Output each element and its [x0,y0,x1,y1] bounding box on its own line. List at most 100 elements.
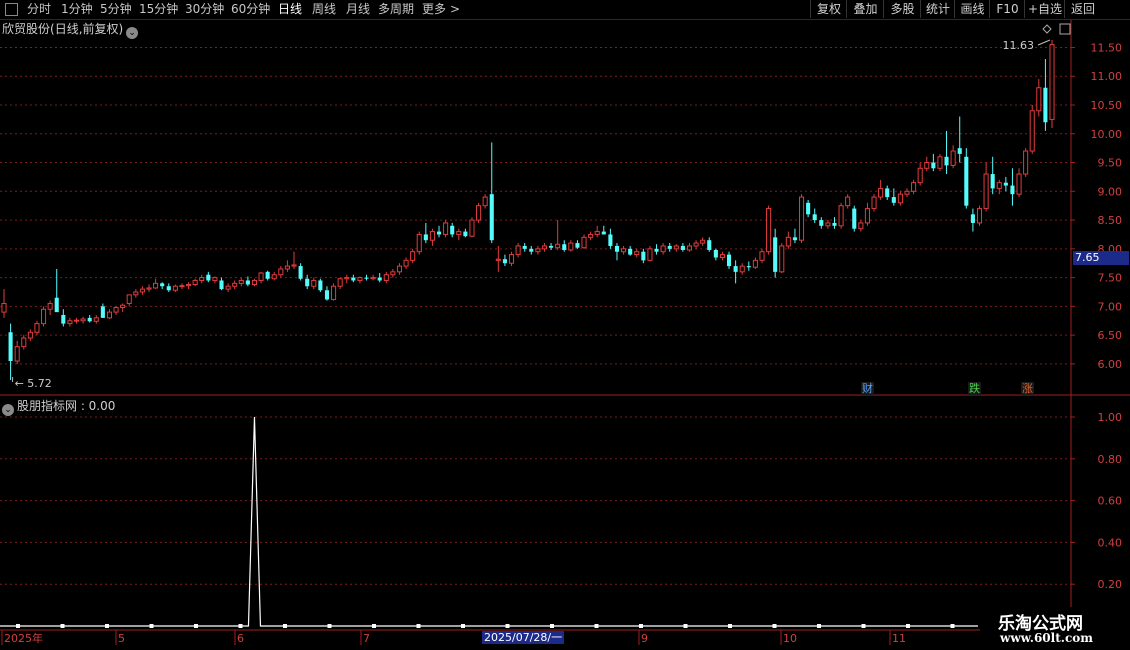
candle-body-down [885,188,890,198]
candle-body-up [258,272,264,281]
panel-toggle-icon [1059,23,1071,35]
candle-body-up [878,187,884,198]
price-axis-label: 7.50 [1098,272,1123,285]
candle-body-up [482,196,488,207]
candle-body-down [832,222,837,226]
indicator-dot [461,624,465,628]
indicator-dot [906,624,910,628]
candle-body-up [113,307,119,313]
price-axis-label: 10.50 [1091,99,1123,112]
candle-body-down [377,277,382,281]
candle-body-down [549,245,554,248]
indicator-dot [60,624,65,628]
candle-body-down [733,266,738,272]
candle-body-up [752,259,758,268]
indicator-dot [772,624,777,628]
candle-body-up [67,320,73,325]
candle-body-down [245,280,250,285]
candle-body-up [390,271,396,276]
candle-body-down [87,317,92,322]
candle-body-down [726,254,732,267]
candle-body-up [660,245,666,253]
indicator-dot [817,624,821,628]
candle-body-down [206,274,211,281]
price-axis-label: 11.00 [1091,70,1123,83]
stock-title[interactable]: 欣贸股份(日线,前复权) ⌄ [2,21,139,39]
candle-body-down [641,251,646,261]
candle-body-up [535,248,541,253]
indicator-name: 股朋指标网 : 0.00 [17,399,116,413]
indicator-dot [149,624,154,628]
candle-body-down [713,249,718,258]
candle-body-down [502,259,507,264]
candle-body-up [581,236,587,249]
candle-body-up [588,233,594,238]
indicator-dot [327,624,332,628]
dropdown-chevron-icon[interactable]: ⌄ [126,27,139,39]
candle-body-down [812,214,817,221]
candle-body-up [647,248,653,261]
candle-body-down [436,231,442,235]
candle-body-up [291,264,297,267]
candle-body-down [707,240,712,250]
candle-body-down [575,243,580,248]
candle-body-up [541,245,548,250]
candle-body-up [311,279,317,287]
date-tick-label: 9 [641,632,648,645]
candle-body-up [383,274,389,281]
stock-name: 欣贸股份 [2,22,51,36]
indicator-dot [416,624,421,628]
candle-body-up [469,219,475,237]
candle-body-down [931,162,936,169]
candle-body-up [495,258,501,261]
site-watermark: 乐淘公式网 www.60lt.com [980,607,1130,650]
candle-body-up [937,156,943,169]
event-marker-finance[interactable]: 财 [861,382,874,395]
price-axis-label: 10.00 [1091,128,1123,141]
candle-body-down [819,220,824,226]
candle-body-down [166,286,171,291]
candle-body-up [416,233,422,253]
candle-body-up [700,239,706,244]
candle-body-up [911,182,917,192]
candle-body-up [917,167,923,184]
candle-body-down [654,248,659,252]
candle-body-up [838,205,844,227]
candle-body-up [1016,173,1022,195]
indicator-dot [550,624,554,628]
candle-body-up [331,285,337,300]
candle-body-up [634,251,640,256]
indicator-dot [505,624,510,628]
candle-body-up [139,288,145,293]
price-axis-label: 7.00 [1098,300,1123,313]
candle-body-up [179,285,185,288]
candle-body-up [779,245,785,273]
event-marker-rise[interactable]: 涨 [1021,382,1034,395]
candle-body-up [858,222,864,230]
candle-body-down [54,297,59,313]
candle-body-up [225,285,231,290]
candlestick-chart[interactable]: 11.5011.0010.5010.009.509.008.508.007.50… [0,0,1130,650]
indicator-title[interactable]: ⌄ 股朋指标网 : 0.00 [2,398,115,416]
indicator-menu-icon[interactable]: ⌄ [2,404,14,416]
candle-body-up [357,277,363,281]
candle-body-up [251,279,258,286]
indicator-axis-label: 0.60 [1098,495,1123,508]
indicator-dot [594,624,599,628]
candle-body-up [133,291,139,296]
candle-body-up [924,162,930,169]
event-marker-drop[interactable]: 跌 [968,382,981,395]
candle-body-up [1029,110,1035,152]
indicator-axis-label: 0.40 [1098,536,1123,549]
candle-body-up [80,318,86,322]
candle-body-down [852,208,857,229]
candle-body-down [944,156,949,166]
indicator-dot [194,624,198,628]
indicator-line [0,416,978,627]
diamond-icon [1042,24,1052,34]
candle-body-down [1003,182,1008,186]
candle-body-up [825,222,831,227]
candle-body-up [410,251,416,261]
low-price-label: ← 5.72 [15,377,52,390]
candle-body-up [21,337,27,348]
